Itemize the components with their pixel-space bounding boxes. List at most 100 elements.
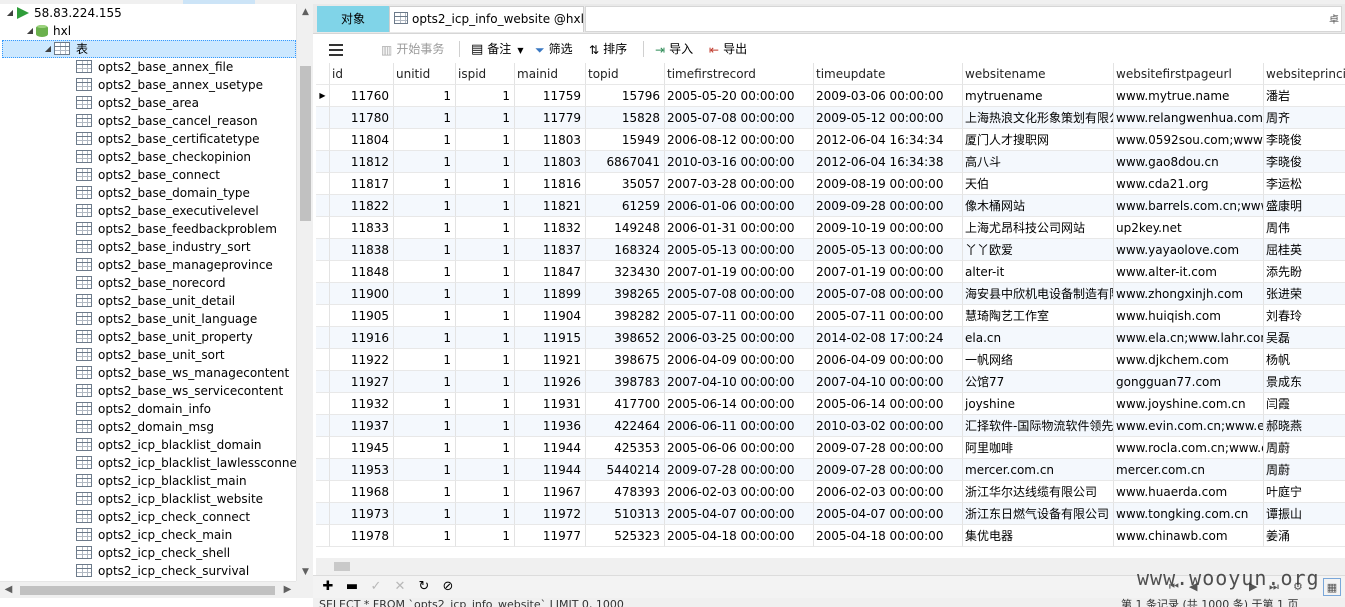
cell-id[interactable]: 11953 <box>330 459 394 481</box>
tree-table-item[interactable]: opts2_icp_blacklist_main <box>76 472 247 490</box>
cell-id[interactable]: 11927 <box>330 371 394 393</box>
cell-websitename[interactable]: joyshine <box>963 393 1114 415</box>
cell-mainid[interactable]: 11816 <box>515 173 586 195</box>
cell-topid[interactable]: 6867041 <box>586 151 665 173</box>
cell-id[interactable]: 11945 <box>330 437 394 459</box>
table-row[interactable]: 11817 1 1 11816 35057 2007-03-28 00:00:00 2009… <box>316 173 1345 195</box>
table-row[interactable]: 11927 1 1 11926 398783 2007-04-10 00:00:00 200… <box>316 371 1345 393</box>
table-row[interactable]: 11922 1 1 11921 398675 2006-04-09 00:00:00 200… <box>316 349 1345 371</box>
cell-unitid[interactable]: 1 <box>394 239 456 261</box>
cell-websitename[interactable]: 上海热浪文化形象策划有限公 <box>963 107 1114 129</box>
cell-unitid[interactable]: 1 <box>394 459 456 481</box>
table-row[interactable]: 11848 1 1 11847 323430 2007-01-19 00:00:00 200… <box>316 261 1345 283</box>
cell-timeupdate[interactable]: 2005-04-07 00:00:00 <box>814 503 963 525</box>
cell-websitename[interactable]: 公馆77 <box>963 371 1114 393</box>
cell-mainid[interactable]: 11847 <box>515 261 586 283</box>
table-row[interactable]: 11978 1 1 11977 525323 2005-04-18 00:00:00 200… <box>316 525 1345 547</box>
cell-timeupdate[interactable]: 2014-02-08 17:00:24 <box>814 327 963 349</box>
cell-mainid[interactable]: 11921 <box>515 349 586 371</box>
cell-timeupdate[interactable]: 2009-05-12 00:00:00 <box>814 107 963 129</box>
scroll-right-icon[interactable]: ▶ <box>279 582 296 599</box>
cell-unitid[interactable]: 1 <box>394 107 456 129</box>
cell-timefirstrecord[interactable]: 2005-07-08 00:00:00 <box>665 107 814 129</box>
table-row[interactable]: 11916 1 1 11915 398652 2006-03-25 00:00:00 201… <box>316 327 1345 349</box>
cell-topid[interactable]: 425353 <box>586 437 665 459</box>
cell-websiteprinci[interactable]: 闫霞 <box>1264 393 1345 415</box>
cell-timefirstrecord[interactable]: 2005-05-13 00:00:00 <box>665 239 814 261</box>
cell-ispid[interactable]: 1 <box>456 195 515 217</box>
cell-timeupdate[interactable]: 2012-06-04 16:34:34 <box>814 129 963 151</box>
cell-ispid[interactable]: 1 <box>456 305 515 327</box>
cell-timeupdate[interactable]: 2009-07-28 00:00:00 <box>814 437 963 459</box>
begin-transaction-button[interactable]: ▥ 开始事务 <box>381 35 444 63</box>
cell-id[interactable]: 11900 <box>330 283 394 305</box>
cell-timefirstrecord[interactable]: 2006-08-12 00:00:00 <box>665 129 814 151</box>
cell-id[interactable]: 11817 <box>330 173 394 195</box>
cell-websitename[interactable]: 高八斗 <box>963 151 1114 173</box>
row-header[interactable] <box>316 349 330 371</box>
tree-tables-node[interactable]: ◢ 表 <box>42 40 88 58</box>
cell-timefirstrecord[interactable]: 2006-04-09 00:00:00 <box>665 349 814 371</box>
cell-mainid[interactable]: 11977 <box>515 525 586 547</box>
cell-unitid[interactable]: 1 <box>394 173 456 195</box>
cell-topid[interactable]: 525323 <box>586 525 665 547</box>
cell-ispid[interactable]: 1 <box>456 327 515 349</box>
row-header[interactable] <box>316 107 330 129</box>
tree-table-item[interactable]: opts2_icp_blacklist_lawlessconnect <box>76 454 308 472</box>
cell-websitefirstpageurl[interactable]: www.zhongxinjh.com <box>1114 283 1264 305</box>
cell-websitefirstpageurl[interactable]: www.tongking.com.cn <box>1114 503 1264 525</box>
cell-websiteprinci[interactable]: 潘岩 <box>1264 85 1345 107</box>
menu-button[interactable] <box>329 35 347 63</box>
cell-timeupdate[interactable]: 2009-03-06 00:00:00 <box>814 85 963 107</box>
cell-topid[interactable]: 417700 <box>586 393 665 415</box>
row-header[interactable] <box>316 217 330 239</box>
scroll-down-icon[interactable]: ▼ <box>297 564 314 581</box>
cell-timefirstrecord[interactable]: 2007-01-19 00:00:00 <box>665 261 814 283</box>
expanded-arrow-icon[interactable]: ◢ <box>42 40 54 58</box>
refresh-button[interactable]: ↻ <box>415 578 433 596</box>
cell-websiteprinci[interactable]: 李晓俊 <box>1264 151 1345 173</box>
sort-button[interactable]: ⇅ 排序 <box>589 35 627 63</box>
cell-topid[interactable]: 478393 <box>586 481 665 503</box>
cell-websitename[interactable]: 丫丫欧爱 <box>963 239 1114 261</box>
tree-table-item[interactable]: opts2_base_ws_servicecontent <box>76 382 283 400</box>
cell-mainid[interactable]: 11803 <box>515 151 586 173</box>
cell-websitefirstpageurl[interactable]: up2key.net <box>1114 217 1264 239</box>
cell-mainid[interactable]: 11779 <box>515 107 586 129</box>
cell-timeupdate[interactable]: 2006-02-03 00:00:00 <box>814 481 963 503</box>
cell-timefirstrecord[interactable]: 2010-03-16 00:00:00 <box>665 151 814 173</box>
cell-unitid[interactable]: 1 <box>394 371 456 393</box>
cell-unitid[interactable]: 1 <box>394 85 456 107</box>
cell-websiteprinci[interactable]: 谭振山 <box>1264 503 1345 525</box>
cell-mainid[interactable]: 11944 <box>515 437 586 459</box>
cell-websitefirstpageurl[interactable]: www.yayaolove.com <box>1114 239 1264 261</box>
cell-ispid[interactable]: 1 <box>456 261 515 283</box>
cell-websiteprinci[interactable]: 景成东 <box>1264 371 1345 393</box>
tree-vertical-scrollbar[interactable]: ▲ ▼ <box>296 4 313 581</box>
row-header[interactable] <box>316 283 330 305</box>
tree-table-item[interactable]: opts2_base_checkopinion <box>76 148 251 166</box>
cell-ispid[interactable]: 1 <box>456 459 515 481</box>
cell-id[interactable]: 11916 <box>330 327 394 349</box>
tree-database-node[interactable]: ◢ hxl <box>24 22 71 40</box>
row-header[interactable] <box>316 327 330 349</box>
cell-id[interactable]: 11922 <box>330 349 394 371</box>
delete-record-button[interactable]: ▬ <box>343 578 361 596</box>
scrollbar-thumb[interactable] <box>300 66 311 221</box>
cell-websiteprinci[interactable]: 李晓俊 <box>1264 129 1345 151</box>
row-header[interactable] <box>316 173 330 195</box>
cell-timeupdate[interactable]: 2009-07-28 00:00:00 <box>814 459 963 481</box>
cell-mainid[interactable]: 11936 <box>515 415 586 437</box>
cell-websiteprinci[interactable]: 郝晓燕 <box>1264 415 1345 437</box>
table-row[interactable]: 11953 1 1 11944 5440214 2009-07-28 00:00:00 20… <box>316 459 1345 481</box>
table-row[interactable]: 11945 1 1 11944 425353 2005-06-06 00:00:00 200… <box>316 437 1345 459</box>
tree-table-item[interactable]: opts2_domain_info <box>76 400 211 418</box>
cell-id[interactable]: 11937 <box>330 415 394 437</box>
cell-websiteprinci[interactable]: 周蔚 <box>1264 459 1345 481</box>
cell-websitename[interactable]: 天伯 <box>963 173 1114 195</box>
row-header[interactable] <box>316 437 330 459</box>
cell-timefirstrecord[interactable]: 2005-07-08 00:00:00 <box>665 283 814 305</box>
tree-connection-node[interactable]: ◢ 58.83.224.155 <box>4 4 122 22</box>
cell-mainid[interactable]: 11931 <box>515 393 586 415</box>
cell-websitefirstpageurl[interactable]: www.alter-it.com <box>1114 261 1264 283</box>
